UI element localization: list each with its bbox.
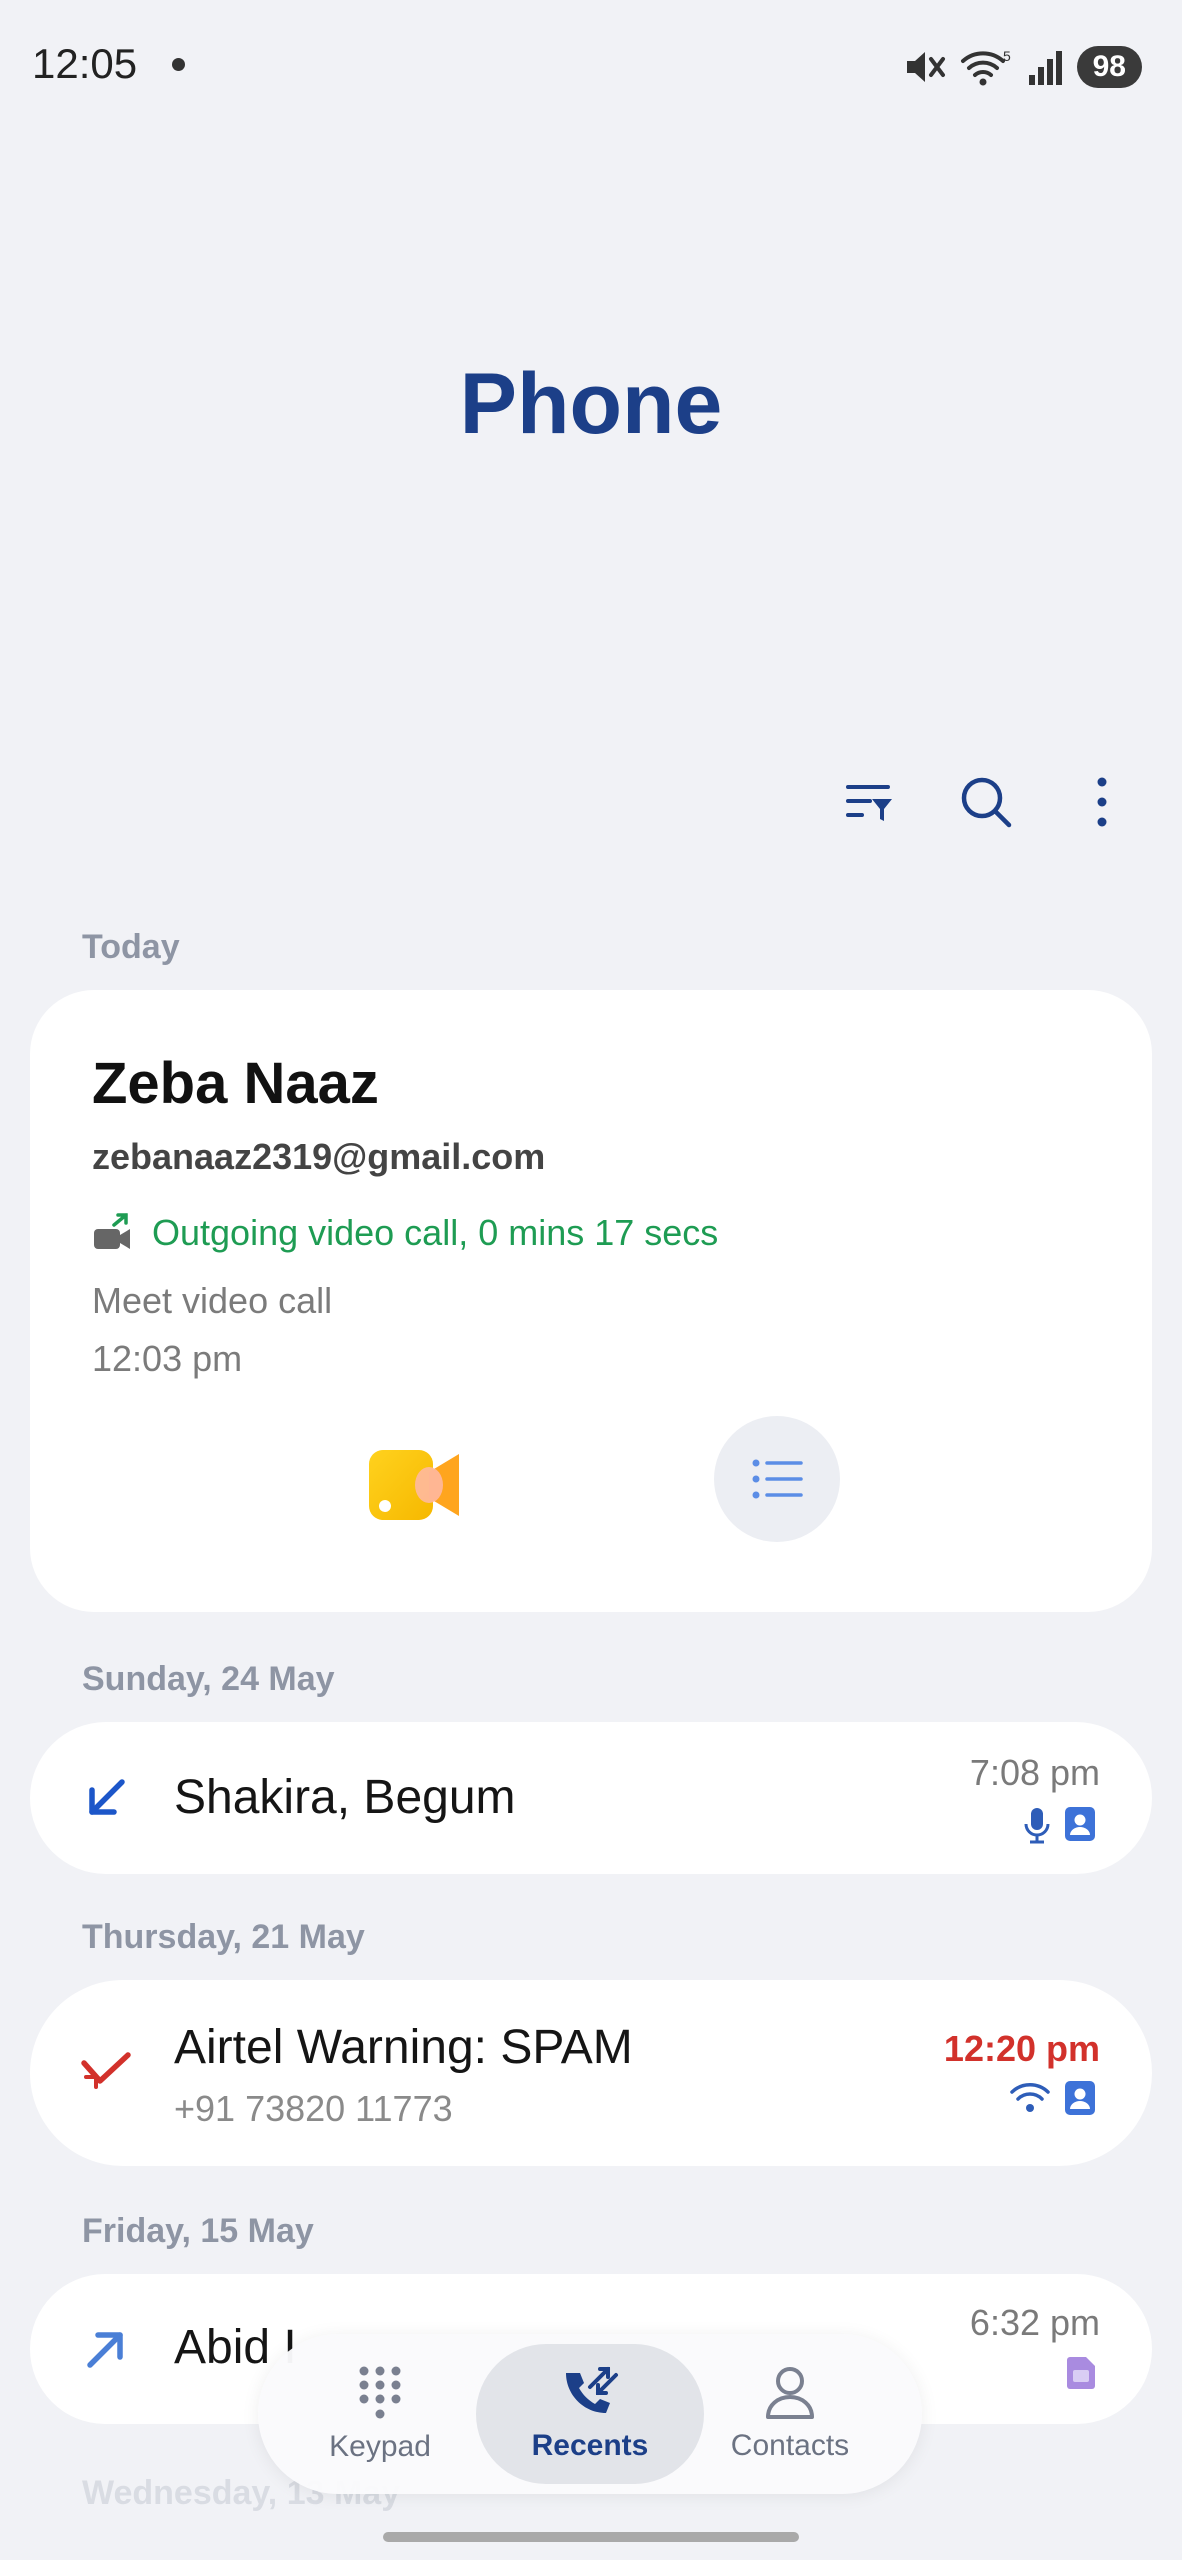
battery-badge: 98 <box>1076 46 1142 88</box>
call-time: 12:20 pm <box>943 2028 1100 2069</box>
call-time: 6:32 pm <box>969 2302 1100 2343</box>
nav-keypad[interactable]: Keypad <box>280 2344 480 2484</box>
incoming-call-icon <box>89 1779 125 1815</box>
sim-card-icon <box>1067 2357 1095 2389</box>
wifi-icon: 5 <box>960 48 1011 86</box>
section-header-today: Today <box>82 928 180 966</box>
wifi-label: 5 <box>1003 48 1011 64</box>
call-details-button[interactable] <box>714 1416 840 1542</box>
contact-card-icon <box>1065 1807 1095 1841</box>
outgoing-video-call-icon <box>94 1213 130 1249</box>
filter-button[interactable] <box>830 762 910 842</box>
search-icon <box>961 777 1012 828</box>
filter-icon <box>846 785 892 821</box>
call-info: Outgoing video call, 0 mins 17 secs <box>152 1212 719 1253</box>
caller-number: +91 73820 11773 <box>174 2088 453 2129</box>
status-time: 12:05 <box>32 40 138 87</box>
nav-recents[interactable]: Recents <box>476 2344 704 2484</box>
more-options-icon <box>1097 777 1107 827</box>
contact-card-icon <box>1065 2081 1095 2115</box>
nav-keypad-label: Keypad <box>329 2430 431 2463</box>
toolbar <box>830 762 1142 842</box>
caller-name: Airtel Warning: SPAM <box>174 2021 633 2074</box>
contact-name: Zeba Naaz <box>92 1051 379 1116</box>
call-info-row: Outgoing video call, 0 mins 17 secs <box>92 1212 718 1254</box>
microphone-icon <box>1024 1808 1050 1844</box>
caller-name: Shakira, Begum <box>174 1771 516 1824</box>
meet-video-call-button[interactable] <box>350 1420 480 1550</box>
wifi-call-icon <box>1010 2083 1050 2112</box>
search-button[interactable] <box>946 762 1026 842</box>
notification-dot <box>172 58 185 71</box>
missed-call-icon <box>81 2052 131 2089</box>
list-icon <box>752 1459 803 1499</box>
nav-recents-label: Recents <box>531 2429 649 2462</box>
meet-video-icon <box>369 1450 459 1520</box>
recents-icon <box>566 2367 618 2413</box>
bottom-nav: Keypad Recents Contacts <box>258 2334 922 2494</box>
section-header-friday: Friday, 15 May <box>82 2212 314 2250</box>
page-title: Phone <box>459 356 723 452</box>
home-indicator[interactable] <box>383 2532 799 2542</box>
call-row[interactable]: Shakira, Begum 7:08 pm <box>30 1722 1152 1874</box>
nav-contacts[interactable]: Contacts <box>690 2344 890 2484</box>
call-time: 7:08 pm <box>969 1752 1100 1793</box>
section-header-sunday: Sunday, 24 May <box>82 1660 335 1698</box>
signal-icon <box>1028 51 1062 85</box>
more-options-button[interactable] <box>1062 762 1142 842</box>
section-header-thursday: Thursday, 21 May <box>82 1918 365 1956</box>
contacts-icon <box>766 2367 814 2419</box>
call-service: Meet video call <box>92 1280 333 1321</box>
contact-email: zebanaaz2319@gmail.com <box>92 1136 546 1177</box>
call-time: 12:03 pm <box>92 1338 243 1379</box>
nav-contacts-label: Contacts <box>730 2429 850 2462</box>
status-icons: 5 98 <box>903 44 1142 90</box>
outgoing-call-icon <box>87 2332 123 2368</box>
mute-icon <box>906 52 945 82</box>
call-row[interactable]: Airtel Warning: SPAM +91 73820 11773 12:… <box>30 1980 1152 2166</box>
keypad-icon <box>359 2366 401 2419</box>
featured-call-card[interactable]: Zeba Naaz zebanaaz2319@gmail.com Outgoin… <box>30 990 1152 1612</box>
